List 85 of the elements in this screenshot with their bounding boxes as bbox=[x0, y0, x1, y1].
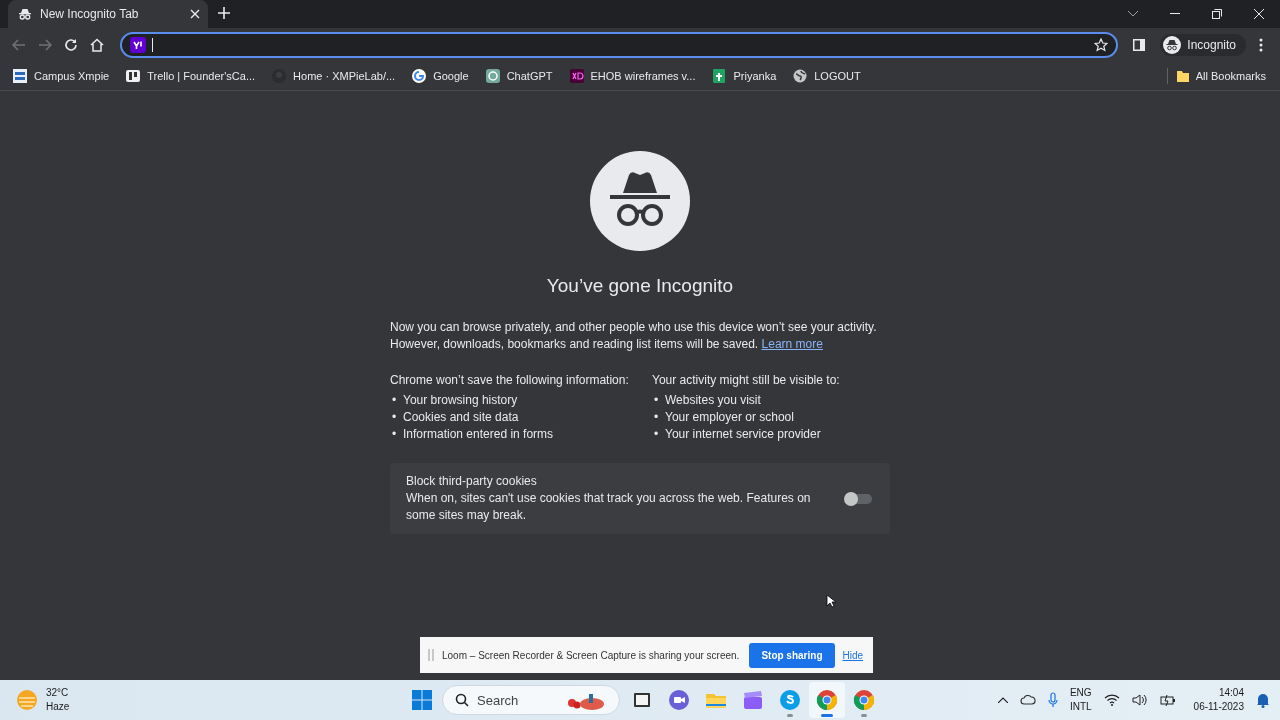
cloud-icon bbox=[1019, 695, 1036, 705]
bullet: • bbox=[392, 392, 396, 409]
bullet: • bbox=[654, 426, 658, 443]
bookmark-star-icon bbox=[1094, 38, 1109, 52]
minimize-icon bbox=[1170, 13, 1180, 15]
incognito-avatar-icon bbox=[1163, 36, 1182, 54]
drag-handle-icon bbox=[428, 649, 434, 661]
microphone-icon bbox=[1047, 692, 1058, 708]
clock-date[interactable]: 06-11-2023 bbox=[1193, 700, 1244, 714]
windows-logo-icon bbox=[412, 690, 432, 710]
bookmark[interactable]: ChatGPT bbox=[484, 66, 559, 86]
all-bookmarks-button[interactable]: All Bookmarks bbox=[1175, 67, 1272, 85]
clapperboard-icon bbox=[741, 688, 765, 712]
sheets-logo-icon bbox=[711, 68, 728, 84]
incognito-logo-icon bbox=[590, 151, 690, 251]
page-heading: You’ve gone Incognito bbox=[546, 275, 734, 297]
list-item: Cookies and site data bbox=[403, 409, 519, 426]
chevron-up-icon bbox=[997, 697, 1008, 703]
xmpie-logo-icon bbox=[12, 68, 28, 84]
language-code[interactable]: ENG bbox=[1069, 686, 1092, 700]
column-title: Your activity might still be visible to: bbox=[652, 372, 841, 389]
xd-logo-icon bbox=[568, 68, 585, 84]
browser-tab[interactable]: New Incognito Tab bbox=[8, 0, 208, 28]
video-chat-icon bbox=[667, 688, 691, 712]
bookmark[interactable]: LOGOUT bbox=[792, 66, 867, 86]
tab-title: New Incognito Tab bbox=[40, 7, 140, 21]
bullet: • bbox=[654, 392, 658, 409]
list-item: Your employer or school bbox=[665, 409, 794, 426]
side-panel-icon bbox=[1133, 39, 1146, 51]
wifi-icon bbox=[1103, 694, 1120, 706]
bullet: • bbox=[392, 409, 396, 426]
address-bar[interactable] bbox=[120, 32, 1119, 58]
google-logo-icon bbox=[411, 68, 428, 84]
globe-icon bbox=[792, 68, 809, 84]
close-icon bbox=[190, 9, 200, 19]
keyboard-layout[interactable]: INTL bbox=[1069, 700, 1092, 714]
skype-logo-icon bbox=[778, 688, 802, 712]
forward-arrow-icon bbox=[38, 39, 52, 51]
clock-time[interactable]: 14:04 bbox=[1218, 686, 1244, 700]
close-icon bbox=[1254, 9, 1264, 19]
mouse-cursor-icon bbox=[826, 594, 836, 608]
battery-charging-icon bbox=[1159, 694, 1176, 706]
list-item: Your internet service provider bbox=[665, 426, 821, 443]
chrome-logo-icon bbox=[852, 688, 876, 712]
setting-title: Block third-party cookies bbox=[406, 473, 538, 490]
taskbar-search-button[interactable]: Search bbox=[442, 685, 620, 715]
restore-icon bbox=[1212, 9, 1222, 19]
stop-sharing-button[interactable]: Stop sharing bbox=[749, 642, 835, 668]
column-title: Chrome won’t save the following information: bbox=[390, 372, 630, 389]
back-arrow-icon bbox=[12, 39, 26, 51]
bookmark[interactable]: Google bbox=[411, 66, 475, 86]
list-item: Your browsing history bbox=[403, 392, 518, 409]
chatgpt-logo-icon bbox=[484, 68, 501, 84]
bookmark[interactable]: EHOB wireframes v... bbox=[568, 66, 702, 86]
toggle-switch[interactable] bbox=[846, 491, 872, 506]
bookmark[interactable]: Priyanka bbox=[711, 66, 783, 86]
new-tab-icon bbox=[218, 7, 230, 19]
notification-bell-icon bbox=[1256, 692, 1270, 708]
profile-button[interactable]: Incognito bbox=[1160, 34, 1246, 56]
home-icon bbox=[90, 38, 104, 52]
trello-logo-icon bbox=[125, 68, 142, 84]
chevron-down-icon bbox=[1128, 11, 1138, 17]
setting-description: When on, sites can't use cookies that track you across the web. Features on some sites may break. bbox=[406, 490, 812, 524]
chrome-logo-icon bbox=[815, 688, 839, 712]
search-icon bbox=[455, 693, 469, 707]
more-vertical-icon bbox=[1259, 38, 1263, 52]
temperature: 32°C bbox=[46, 686, 70, 700]
sun-haze-icon bbox=[16, 689, 38, 711]
reload-icon bbox=[64, 38, 78, 52]
bookmark[interactable]: Trello | Founder'sCa... bbox=[125, 66, 262, 86]
intro-paragraph: Now you can browse privately, and other people who use this device won’t see your activity. However, downloads, bookmarks and reading list items will be saved. Learn more bbox=[390, 319, 878, 353]
bookmark[interactable]: Home · XMPieLab/... bbox=[271, 66, 402, 86]
bullet: • bbox=[392, 426, 396, 443]
bullet: • bbox=[654, 409, 658, 426]
folder-icon bbox=[1175, 69, 1190, 83]
list-item: Websites you visit bbox=[665, 392, 761, 409]
share-message: Loom – Screen Recorder & Screen Capture is sharing your screen. bbox=[442, 649, 740, 661]
volume-icon bbox=[1131, 693, 1148, 707]
yahoo-logo-icon bbox=[130, 37, 146, 53]
weather-condition: Haze bbox=[46, 700, 70, 714]
hide-link[interactable]: Hide bbox=[842, 649, 864, 661]
incognito-icon bbox=[18, 7, 32, 21]
list-item: Information entered in forms bbox=[403, 426, 554, 443]
learn-more-link[interactable]: Learn more bbox=[761, 337, 823, 351]
bookmark[interactable]: Campus Xmpie bbox=[12, 66, 116, 86]
